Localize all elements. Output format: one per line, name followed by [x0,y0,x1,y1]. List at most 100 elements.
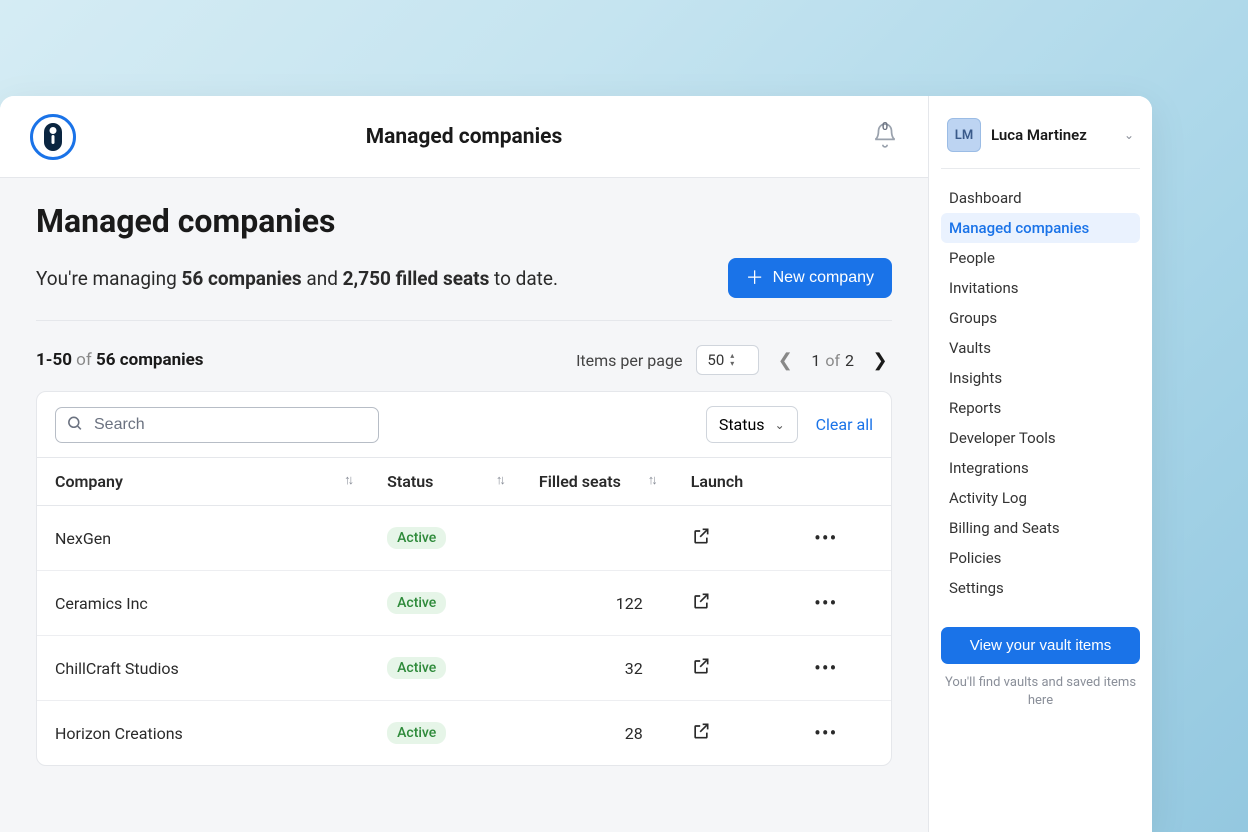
search-wrap [55,407,379,443]
companies-table: Company ↑↓ Status ↑↓ Filled seats ↑↓ [37,457,891,765]
vault-hint: You'll find vaults and saved items here [941,674,1140,710]
launch-button[interactable] [691,526,711,546]
pager-count: 1-50 of 56 companies [36,350,204,370]
launch-button[interactable] [691,591,711,611]
launch-cell [673,636,796,701]
company-cell: NexGen [37,506,369,571]
view-vault-button[interactable]: View your vault items [941,627,1140,664]
table-row: ChillCraft StudiosActive32••• [37,636,891,701]
sort-icon: ↑↓ [648,472,655,488]
nav-item-activity-log[interactable]: Activity Log [941,483,1140,513]
row-menu-button[interactable]: ••• [814,591,837,615]
keyhole-icon [44,123,62,151]
search-icon [66,414,83,435]
next-page-button[interactable]: ❯ [868,348,892,372]
pager-range: 1-50 [36,350,72,370]
content-area: Managed companies You're managing 56 com… [0,178,928,832]
actions-cell: ••• [796,571,891,636]
notification-count: 0 [882,120,888,133]
table-row: Horizon CreationsActive28••• [37,701,891,766]
user-menu[interactable]: LM Luca Martinez ⌄ [941,114,1140,169]
nav-item-developer-tools[interactable]: Developer Tools [941,423,1140,453]
status-cell: Active [369,701,521,766]
row-menu-button[interactable]: ••• [814,526,837,550]
notifications-button[interactable]: 0 [872,122,898,152]
status-cell: Active [369,571,521,636]
pager-controls: Items per page 50 ▴▾ ❮ 1 of 2 ❯ [576,345,892,375]
col-company[interactable]: Company ↑↓ [37,458,369,506]
status-badge: Active [387,722,446,744]
search-input[interactable] [55,407,379,443]
summary-row: You're managing 56 companies and 2,750 f… [36,258,892,321]
status-badge: Active [387,527,446,549]
status-filter-label: Status [719,415,765,434]
launch-cell [673,701,796,766]
launch-cell [673,506,796,571]
col-filled-seats[interactable]: Filled seats ↑↓ [521,458,673,506]
summary-filled-seats: 2,750 filled seats [343,267,490,290]
sort-icon: ↑↓ [496,472,503,488]
nav-item-invitations[interactable]: Invitations [941,273,1140,303]
current-page: 1 [811,351,820,370]
nav-list: DashboardManaged companiesPeopleInvitati… [941,183,1140,603]
seats-cell [521,506,673,571]
prev-page-button[interactable]: ❮ [773,348,797,372]
nav-item-people[interactable]: People [941,243,1140,273]
nav-item-billing-and-seats[interactable]: Billing and Seats [941,513,1140,543]
pager-of: of [72,350,96,370]
nav-item-groups[interactable]: Groups [941,303,1140,333]
col-actions [796,458,891,506]
launch-button[interactable] [691,721,711,741]
filter-bar: Status ⌄ Clear all [37,392,891,457]
nav-item-insights[interactable]: Insights [941,363,1140,393]
seats-cell: 122 [521,571,673,636]
chevron-down-icon: ⌄ [1124,128,1134,142]
nav-item-settings[interactable]: Settings [941,573,1140,603]
app-logo[interactable] [30,114,76,160]
nav-item-managed-companies[interactable]: Managed companies [941,213,1140,243]
table-row: NexGen Active ••• [37,506,891,571]
page-size-select[interactable]: 50 ▴▾ [696,345,759,375]
col-seats-label: Filled seats [539,472,621,491]
total-pages: 2 [845,351,854,370]
items-per-page-label: Items per page [576,351,682,370]
col-launch-label: Launch [691,472,743,491]
col-launch: Launch [673,458,796,506]
page-size-value: 50 [707,351,724,369]
nav-item-policies[interactable]: Policies [941,543,1140,573]
nav-item-reports[interactable]: Reports [941,393,1140,423]
nav-item-dashboard[interactable]: Dashboard [941,183,1140,213]
stepper-icon: ▴▾ [730,352,734,368]
actions-cell: ••• [796,506,891,571]
table-card: Status ⌄ Clear all Company ↑↓ S [36,391,892,766]
nav-item-vaults[interactable]: Vaults [941,333,1140,363]
row-menu-button[interactable]: ••• [814,656,837,680]
col-company-label: Company [55,472,123,491]
summary-mid: and [302,267,343,290]
clear-all-button[interactable]: Clear all [816,415,873,434]
top-bar-title: Managed companies [366,125,563,149]
actions-cell: ••• [796,701,891,766]
pager-row: 1-50 of 56 companies Items per page 50 ▴… [36,345,892,375]
sidebar: LM Luca Martinez ⌄ DashboardManaged comp… [928,96,1152,832]
nav-item-integrations[interactable]: Integrations [941,453,1140,483]
app-window: Managed companies 0 Managed companies Yo… [0,96,1152,832]
pager-total: 56 companies [96,350,204,370]
avatar: LM [947,118,981,152]
chevron-down-icon: ⌄ [775,418,785,432]
main-section: Managed companies 0 Managed companies Yo… [0,96,928,832]
row-menu-button[interactable]: ••• [814,721,837,745]
col-status[interactable]: Status ↑↓ [369,458,521,506]
vault-section: View your vault items You'll find vaults… [941,627,1140,710]
company-cell: ChillCraft Studios [37,636,369,701]
launch-cell [673,571,796,636]
company-cell: Horizon Creations [37,701,369,766]
table-row: Ceramics IncActive122••• [37,571,891,636]
new-company-button[interactable]: ＋ New company [728,258,892,298]
status-filter[interactable]: Status ⌄ [706,406,798,443]
summary-text: You're managing 56 companies and 2,750 f… [36,267,558,290]
plus-icon: ＋ [746,269,764,287]
status-badge: Active [387,657,446,679]
status-badge: Active [387,592,446,614]
launch-button[interactable] [691,656,711,676]
